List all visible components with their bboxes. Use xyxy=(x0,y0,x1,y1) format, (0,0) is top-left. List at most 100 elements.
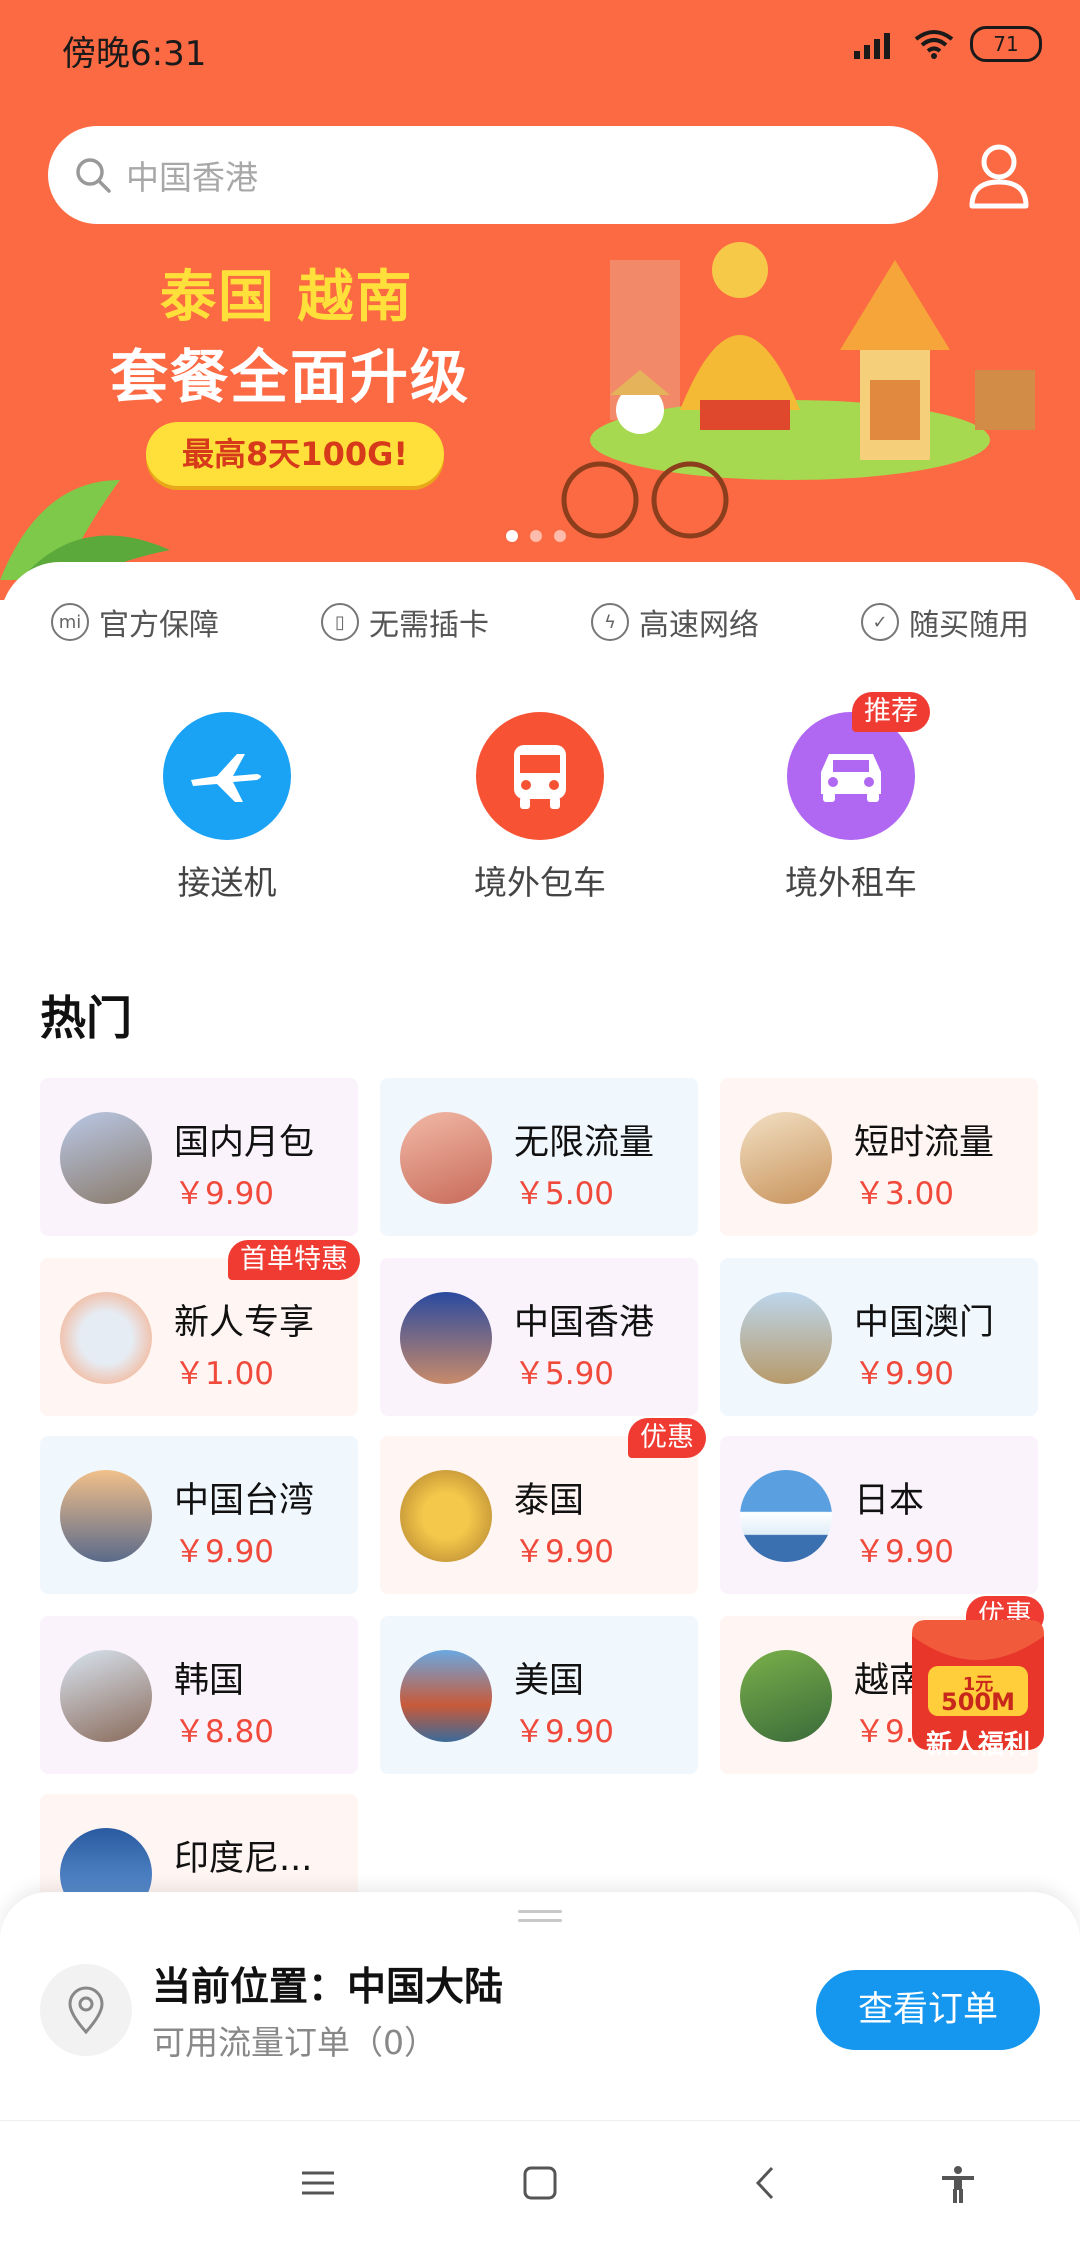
page-dot xyxy=(530,530,542,542)
promo-banner[interactable]: 泰国 越南 套餐全面升级 最高8天100G! xyxy=(0,240,1080,580)
banner-subheadline: 套餐全面升级 xyxy=(110,343,471,411)
signal-icon xyxy=(854,33,890,59)
feature-instant-use: ✓ 随买随用 xyxy=(861,602,1029,643)
plan-tile-thailand[interactable]: 泰国 ￥9.90 xyxy=(380,1436,698,1594)
plan-price: ￥9.90 xyxy=(174,1534,275,1570)
view-orders-button[interactable]: 查看订单 xyxy=(816,1970,1040,2050)
current-location: 当前位置：中国大陆 xyxy=(152,1965,504,2010)
plan-price: ￥5.90 xyxy=(514,1356,615,1392)
feature-label: 无需插卡 xyxy=(369,608,489,643)
feature-strip: mi 官方保障 ▯ 无需插卡 ϟ 高速网络 ✓ 随买随用 xyxy=(0,602,1080,643)
banner-offer-pill: 最高8天100G! xyxy=(146,422,444,486)
accessibility-icon[interactable] xyxy=(940,2165,976,2205)
user-profile-icon[interactable] xyxy=(966,140,1032,210)
first-order-badge: 首单特惠 xyxy=(228,1240,360,1280)
recommend-badge: 推荐 xyxy=(852,692,930,732)
feature-label: 随买随用 xyxy=(909,608,1029,643)
great-wall-thumb xyxy=(60,1112,152,1204)
plan-tile-korea[interactable]: 韩国 ￥8.80 xyxy=(40,1616,358,1774)
search-icon xyxy=(76,158,111,193)
plan-price: ￥9.90 xyxy=(174,1176,275,1212)
feature-official: mi 官方保障 xyxy=(51,602,219,643)
japan-thumb xyxy=(740,1470,832,1562)
vietnam-thumb xyxy=(740,1650,832,1742)
search-placeholder: 中国香港 xyxy=(126,158,258,197)
plan-price: ￥1.00 xyxy=(174,1356,275,1392)
palm-leaf-decoration xyxy=(0,480,170,580)
plan-name: 中国澳门 xyxy=(854,1303,995,1343)
plan-name: 无限流量 xyxy=(514,1123,655,1163)
system-nav-bar xyxy=(0,2120,1080,2249)
menu-icon[interactable] xyxy=(300,2165,336,2201)
plan-tile-newcomer[interactable]: 新人专享 ￥1.00 xyxy=(40,1258,358,1416)
check-circle-icon: ✓ xyxy=(861,603,899,641)
plan-name: 泰国 xyxy=(514,1481,585,1521)
plan-name: 中国香港 xyxy=(514,1303,655,1343)
plan-tile-usa[interactable]: 美国 ￥9.90 xyxy=(380,1616,698,1774)
feature-no-sim: ▯ 无需插卡 xyxy=(321,602,489,643)
bus-icon xyxy=(476,712,604,840)
available-orders: 可用流量订单（0） xyxy=(152,2023,437,2062)
section-title-hot: 热门 xyxy=(40,991,132,1045)
feature-fast-network: ϟ 高速网络 xyxy=(591,602,759,643)
taiwan-thumb xyxy=(60,1470,152,1562)
service-car-rental[interactable]: 境外租车 xyxy=(741,712,961,904)
battery-indicator: 71 xyxy=(970,26,1042,62)
back-icon[interactable] xyxy=(748,2165,784,2201)
search-bar[interactable]: 中国香港 xyxy=(48,126,938,224)
page-dot-active xyxy=(506,530,518,542)
location-pin-icon xyxy=(40,1964,132,2056)
discount-badge: 优惠 xyxy=(628,1418,706,1458)
banner-pagination xyxy=(506,530,566,542)
wifi-icon xyxy=(914,30,954,59)
plan-tile-hongkong[interactable]: 中国香港 ￥5.90 xyxy=(380,1258,698,1416)
unlimited-thumb xyxy=(400,1112,492,1204)
hongkong-thumb xyxy=(400,1292,492,1384)
mi-logo-icon: mi xyxy=(51,603,89,641)
feature-label: 高速网络 xyxy=(639,608,759,643)
usa-thumb xyxy=(400,1650,492,1742)
plan-name: 日本 xyxy=(854,1481,925,1521)
plan-tile-macau[interactable]: 中国澳门 ￥9.90 xyxy=(720,1258,1038,1416)
plan-tile-japan[interactable]: 日本 ￥9.90 xyxy=(720,1436,1038,1594)
location-bottom-sheet[interactable]: 当前位置：中国大陆 可用流量订单（0） 查看订单 xyxy=(0,1892,1080,2120)
feature-label: 官方保障 xyxy=(99,608,219,643)
plan-price: ￥5.00 xyxy=(514,1176,615,1212)
plan-tile-unlimited[interactable]: 无限流量 ￥5.00 xyxy=(380,1078,698,1236)
red-packet-label: 新人福利 xyxy=(925,1730,1030,1760)
banner-headline: 泰国 越南 xyxy=(160,265,414,330)
newcomer-red-packet[interactable]: 1元 500M 新人福利 xyxy=(906,1600,1050,1770)
korea-thumb xyxy=(60,1650,152,1742)
status-icons: 71 xyxy=(854,26,1042,62)
service-charter-car[interactable]: 境外包车 xyxy=(430,712,650,904)
camper-van-thumb xyxy=(740,1112,832,1204)
service-label: 境外租车 xyxy=(785,863,917,902)
plan-name: 中国台湾 xyxy=(174,1481,315,1521)
macau-thumb xyxy=(740,1292,832,1384)
service-label: 接送机 xyxy=(177,863,277,902)
plan-tile-taiwan[interactable]: 中国台湾 ￥9.90 xyxy=(40,1436,358,1594)
sim-card-icon: ▯ xyxy=(321,603,359,641)
plan-tile-domestic[interactable]: 国内月包 ￥9.90 xyxy=(40,1078,358,1236)
plan-price: ￥9.90 xyxy=(854,1534,955,1570)
lightning-icon: ϟ xyxy=(591,603,629,641)
plan-name: 印度尼... xyxy=(174,1839,313,1879)
drag-handle[interactable] xyxy=(518,1910,562,1928)
page-dot xyxy=(554,530,566,542)
plan-name: 韩国 xyxy=(174,1661,245,1701)
plan-tile-short-term[interactable]: 短时流量 ￥3.00 xyxy=(720,1078,1038,1236)
service-label: 境外包车 xyxy=(474,863,606,902)
banner-illustration xyxy=(561,242,1035,539)
plan-price: ￥3.00 xyxy=(854,1176,955,1212)
plan-price: ￥9.90 xyxy=(514,1534,615,1570)
plan-price: ￥9.90 xyxy=(514,1714,615,1750)
service-airport-transfer[interactable]: 接送机 xyxy=(117,712,337,904)
plan-price: ￥9.90 xyxy=(854,1356,955,1392)
hero-banner-area: 傍晚6:31 71 中国香港 泰国 越南 套餐全面升级 最高8天100G! xyxy=(0,0,1080,600)
status-time: 傍晚6:31 xyxy=(62,34,207,74)
red-packet-data: 500M xyxy=(941,1688,1015,1716)
status-bar: 傍晚6:31 71 xyxy=(0,0,1080,100)
airplane-icon xyxy=(163,712,291,840)
plan-name: 美国 xyxy=(514,1661,585,1701)
home-icon[interactable] xyxy=(522,2165,558,2201)
